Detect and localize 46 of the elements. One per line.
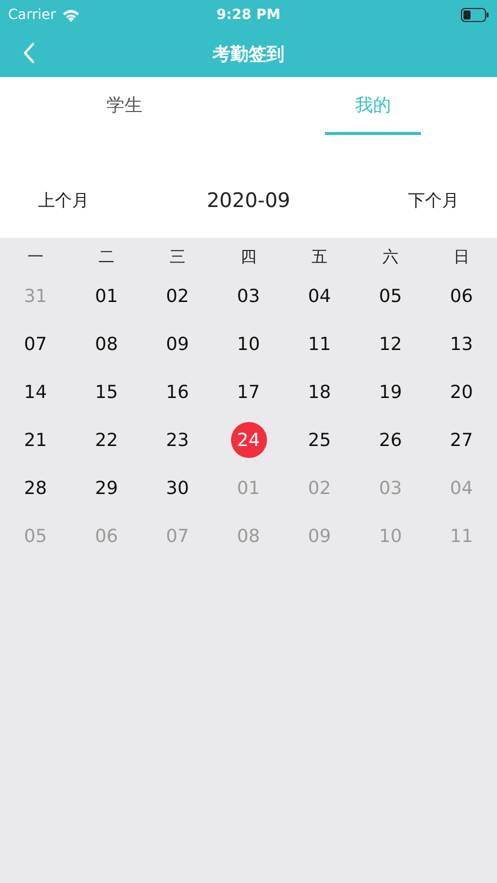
wifi-icon: [62, 8, 80, 22]
calendar-day[interactable]: 27: [444, 422, 480, 458]
calendar-day[interactable]: 15: [88, 374, 124, 410]
calendar-day[interactable]: 03: [230, 278, 266, 314]
calendar-day[interactable]: 22: [88, 422, 124, 458]
calendar-day[interactable]: 29: [88, 470, 124, 506]
calendar-day[interactable]: 30: [160, 470, 196, 506]
calendar-day[interactable]: 08: [88, 326, 124, 362]
weekday-label: 二: [98, 246, 114, 268]
next-month-button[interactable]: 下个月: [392, 181, 475, 220]
weekday-label: 日: [454, 246, 470, 268]
calendar-day[interactable]: 20: [444, 374, 480, 410]
calendar-day[interactable]: 26: [372, 422, 408, 458]
calendar-day[interactable]: 11: [302, 326, 338, 362]
calendar-day[interactable]: 04: [302, 278, 338, 314]
calendar-day[interactable]: 17: [230, 374, 266, 410]
status-time: 9:28 PM: [216, 7, 280, 23]
weekday-label: 六: [382, 246, 398, 268]
weekday-label: 一: [28, 246, 44, 268]
calendar-day[interactable]: 09: [160, 326, 196, 362]
calendar-day[interactable]: 24: [230, 422, 266, 458]
page-title: 考勤签到: [212, 44, 284, 64]
calendar-day[interactable]: 23: [160, 422, 196, 458]
calendar-day[interactable]: 02: [160, 278, 196, 314]
weekday-label: 五: [312, 246, 328, 268]
calendar-day[interactable]: 10: [230, 326, 266, 362]
tab[interactable]: 学生: [76, 77, 172, 135]
calendar-day[interactable]: 25: [302, 422, 338, 458]
calendar-day[interactable]: 13: [444, 326, 480, 362]
weekday-label: 四: [240, 246, 256, 268]
weekday-label: 三: [170, 246, 186, 268]
calendar-day[interactable]: 05: [372, 278, 408, 314]
calendar-day[interactable]: 21: [18, 422, 54, 458]
calendar-day[interactable]: 07: [18, 326, 54, 362]
calendar-day[interactable]: 12: [372, 326, 408, 362]
calendar-day[interactable]: 06: [444, 278, 480, 314]
calendar-day[interactable]: 28: [18, 470, 54, 506]
previous-month-button[interactable]: 上个月: [22, 181, 105, 220]
calendar-day[interactable]: 16: [160, 374, 196, 410]
calendar-day[interactable]: 01: [88, 278, 124, 314]
calendar-day[interactable]: 19: [372, 374, 408, 410]
calendar-day[interactable]: 14: [18, 374, 54, 410]
current-month: 2020-09: [206, 188, 290, 214]
calendar-day[interactable]: 18: [302, 374, 338, 410]
battery-icon: [461, 8, 489, 22]
carrier-name: Carrier: [8, 7, 56, 23]
